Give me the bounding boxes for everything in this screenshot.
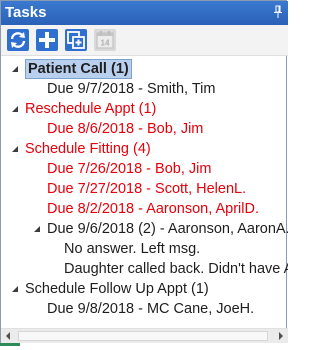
tree-item[interactable]: Due 7/26/2018 - Bob, Jim	[47, 159, 211, 179]
tree-item[interactable]: Due 9/7/2018 - Smith, Tim	[47, 79, 215, 99]
add-button[interactable]	[35, 28, 59, 52]
copy-button[interactable]	[64, 28, 88, 52]
tree-item-expanded[interactable]: Due 9/6/2018 (2) - Aaronson, AaronA.	[47, 219, 288, 239]
tree-group-schedule-fitting[interactable]: Schedule Fitting (4)	[25, 139, 151, 159]
tree-item[interactable]: Due 8/2/2018 - Aaronson, AprilD.	[47, 199, 259, 219]
tree-group-patient-call[interactable]: Patient Call (1)	[25, 59, 132, 79]
pin-icon[interactable]	[273, 5, 283, 19]
calendar-icon-label: 14	[101, 39, 110, 48]
horizontal-scrollbar[interactable]	[1, 328, 288, 343]
refresh-button[interactable]	[6, 28, 30, 52]
title-bar: Tasks	[1, 1, 288, 25]
toolbar: 14	[1, 25, 288, 56]
tree-group-reschedule-appt[interactable]: Reschedule Appt (1)	[25, 99, 156, 119]
scroll-right-button[interactable]	[273, 329, 288, 343]
collapse-arrow-icon[interactable]	[11, 285, 19, 293]
tasks-panel: Tasks 14 Patient Call (1) Due 9/7/2018 -…	[0, 0, 288, 343]
background-accent	[0, 343, 20, 346]
tree-item[interactable]: Due 8/6/2018 - Bob, Jim	[47, 119, 203, 139]
scroll-left-button[interactable]	[1, 329, 16, 343]
copy-icon	[65, 29, 87, 51]
calendar-icon: 14	[94, 29, 116, 51]
plus-icon	[36, 29, 58, 51]
collapse-arrow-icon[interactable]	[11, 145, 19, 153]
group-label: Patient Call (1)	[25, 59, 132, 79]
task-tree: Patient Call (1) Due 9/7/2018 - Smith, T…	[1, 57, 288, 327]
tree-item[interactable]: Due 7/27/2018 - Scott, HelenL.	[47, 179, 246, 199]
collapse-arrow-icon[interactable]	[11, 105, 19, 113]
calendar-button[interactable]: 14	[93, 28, 117, 52]
tree-note[interactable]: Daughter called back. Didn't have A	[64, 259, 288, 279]
refresh-icon	[7, 29, 29, 51]
collapse-arrow-icon[interactable]	[11, 65, 19, 73]
scrollbar-thumb[interactable]	[18, 331, 268, 341]
scroll-left-icon	[6, 332, 10, 340]
tree-group-schedule-follow-up[interactable]: Schedule Follow Up Appt (1)	[25, 279, 209, 299]
tree-item[interactable]: Due 9/8/2018 - MC Cane, JoeH.	[47, 299, 254, 319]
tree-note[interactable]: No answer. Left msg.	[64, 239, 200, 259]
scroll-right-icon	[279, 332, 283, 340]
panel-title: Tasks	[5, 4, 47, 21]
collapse-arrow-icon[interactable]	[33, 225, 41, 233]
